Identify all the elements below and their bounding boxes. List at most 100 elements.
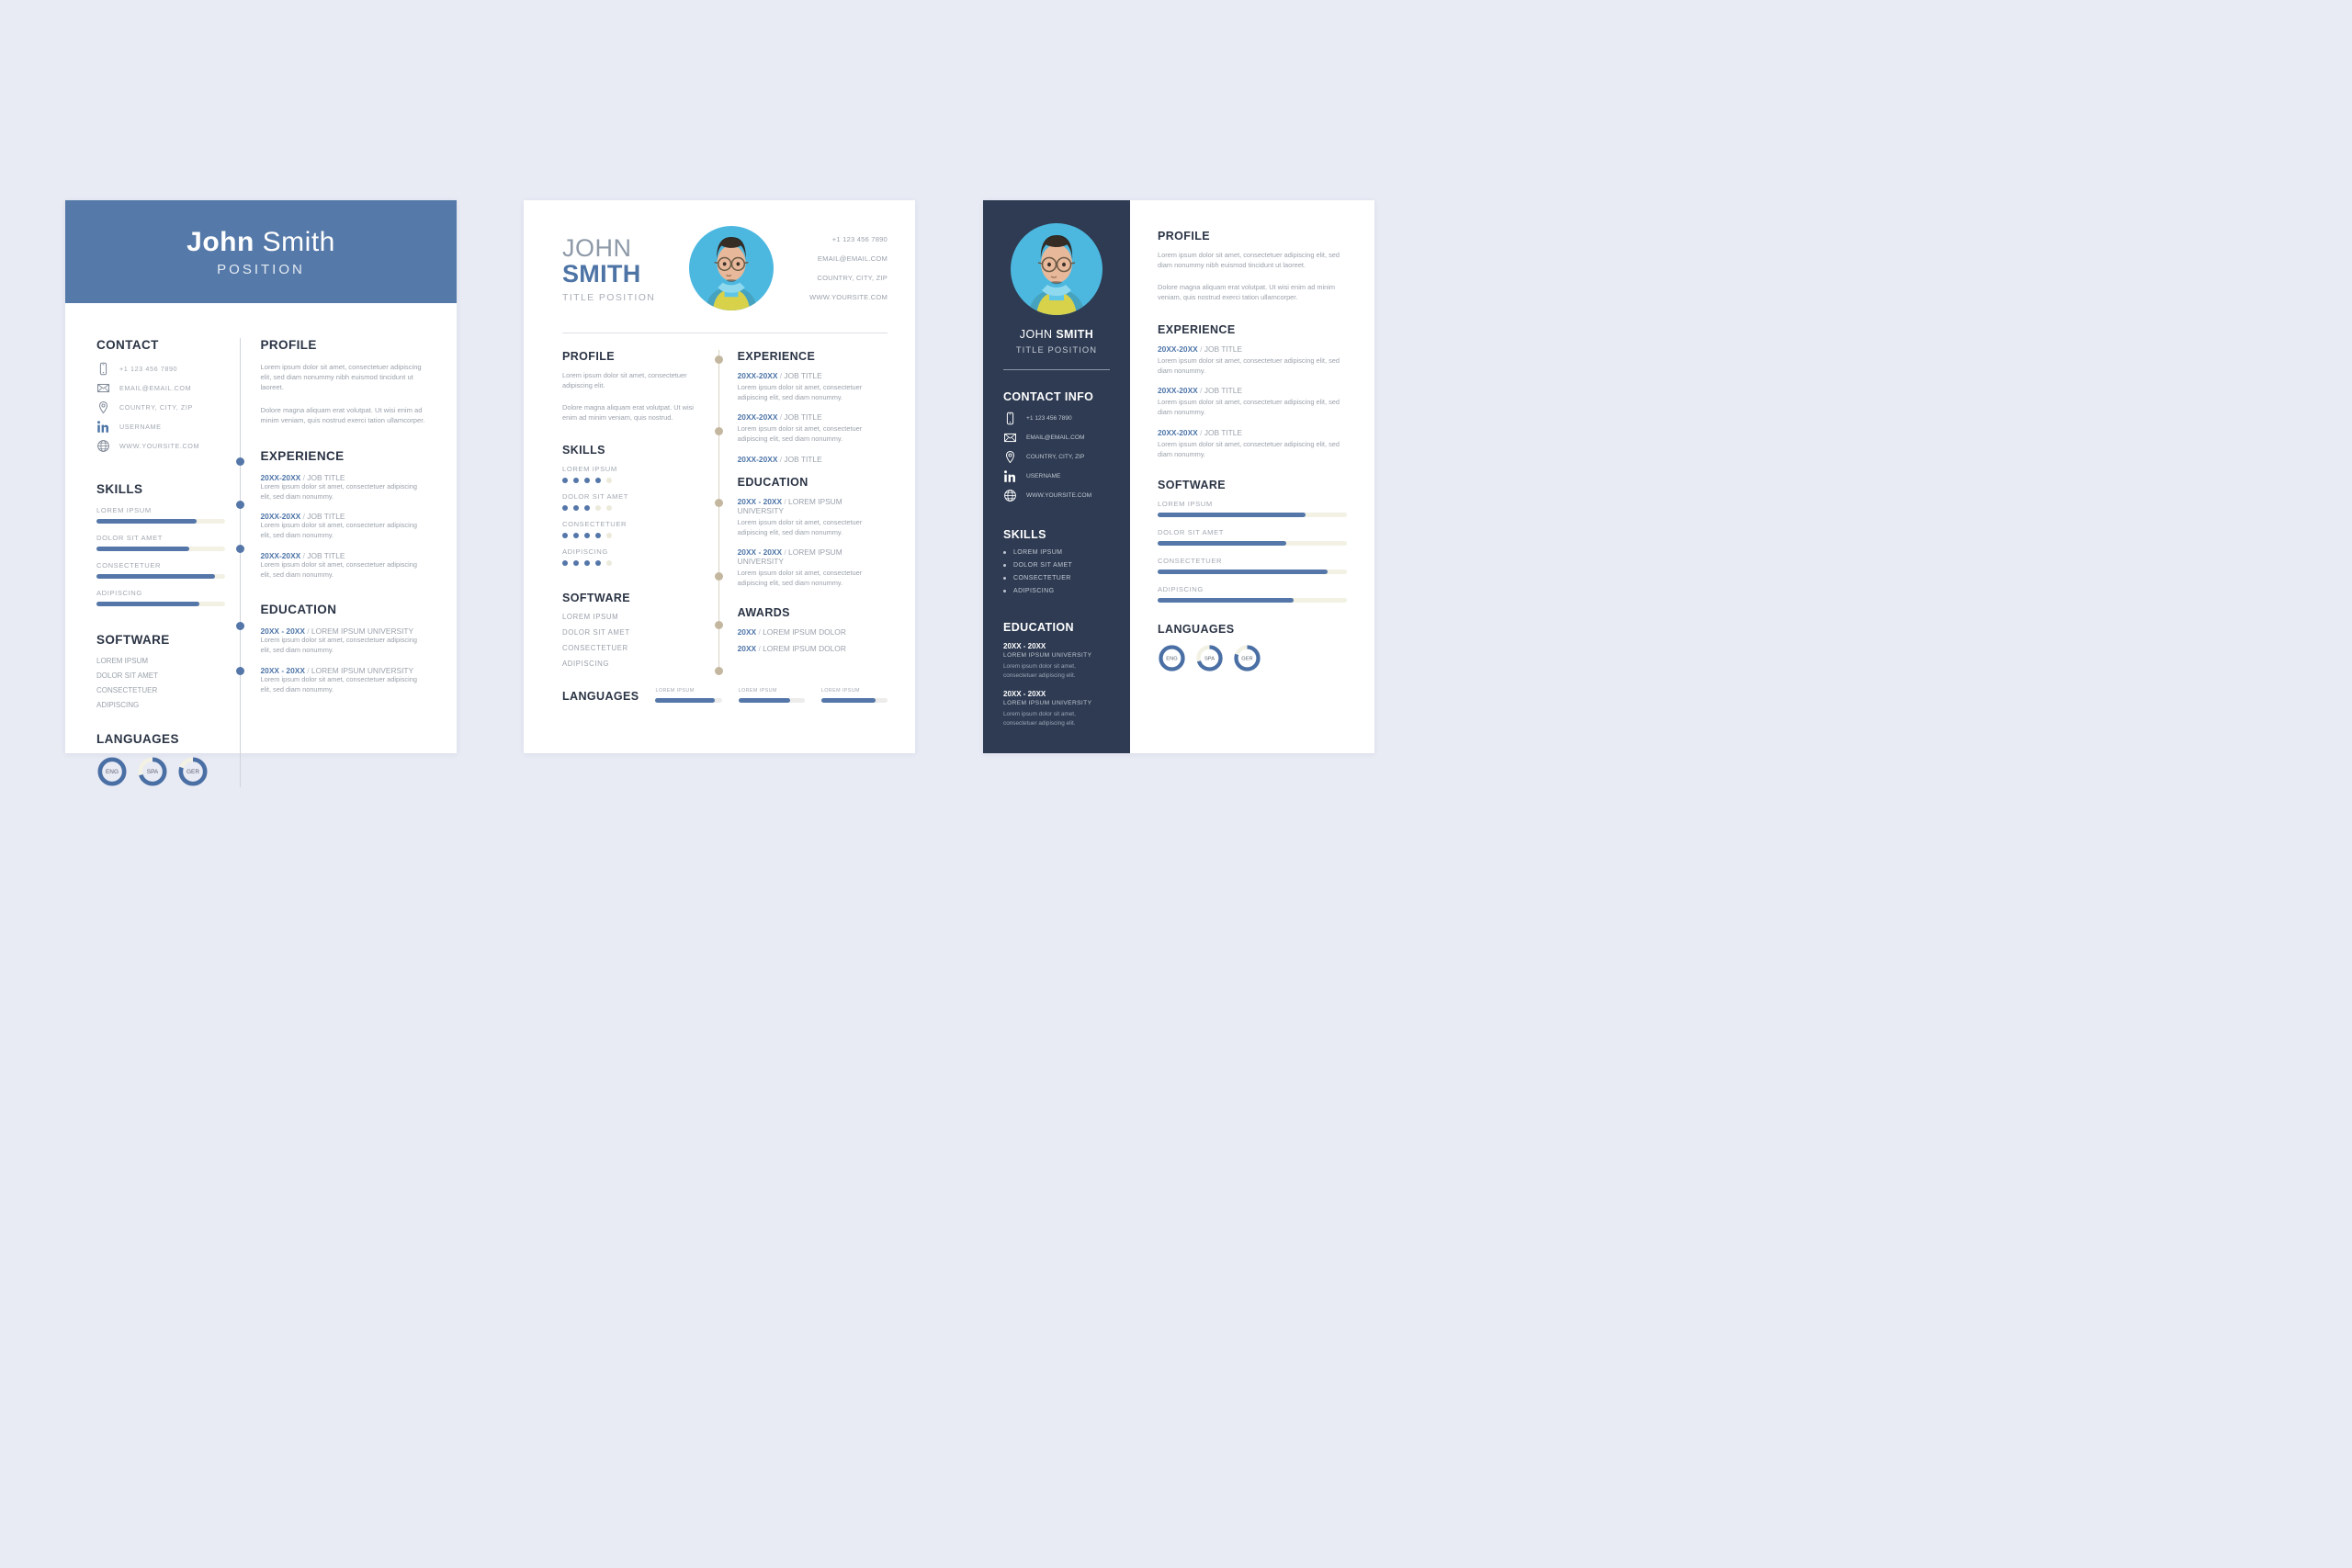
resume2-software-item: DOLOR SIT AMET [562,627,630,637]
resume3-experience-heading: EXPERIENCE [1158,322,1236,336]
resume1-contact-location[interactable]: COUNTRY, CITY, ZIP [96,400,225,414]
resume1-contact-phone[interactable]: +1 123 456 7890 [96,362,225,376]
resume1-experience-item: 20XX-20XX / JOB TITLE Lorem ipsum dolor … [261,512,430,540]
resume1-edu-univ: LOREM IPSUM UNIVERSITY [311,626,414,637]
resume3-exp-dates: 20XX-20XX [1158,344,1198,354]
resume1-username-text: USERNAME [119,423,162,431]
resume1-education-item: 20XX - 20XX / LOREM IPSUM UNIVERSITY Lor… [261,666,430,694]
resume2-avatar [689,226,774,310]
resume2-email[interactable]: EMAIL@EMAIL.COM [809,254,888,263]
resume3-dark-sidebar: JOHN SMITH TITLE POSITION CONTACT INFO +… [983,200,1130,753]
resume1-edu-desc: Lorem ipsum dolor sit amet, consectetuer… [260,674,417,694]
resume2-skill-dots [562,559,700,566]
resume3-main-column: PROFILE Lorem ipsum dolor sit amet, cons… [1130,200,1374,753]
resume2-edu-dates: 20XX - 20XX [737,547,783,558]
resume1-experience-item: 20XX-20XX / JOB TITLE Lorem ipsum dolor … [261,473,430,502]
resume1-phone-text: +1 123 456 7890 [119,365,178,373]
resume3-skill-item: CONSECTETUER [1003,575,1110,581]
resume1-language-rings: ENG SPA GER [96,756,225,787]
resume3-exp-dates: 20XX-20XX [1158,427,1198,437]
resume2-software-item: CONSECTETUER [562,643,628,652]
resume2-experience-item: 20XX-20XX / JOB TITLE Lorem ipsum dolor … [738,412,888,444]
resume1-exp-sep: / [302,473,305,482]
resume2-skill-row: ADIPISCING [562,547,700,566]
resume2-exp-dates: 20XX-20XX [737,371,778,380]
resume1-edu-univ: LOREM IPSUM UNIVERSITY [311,665,414,675]
resume3-edu-desc: Lorem ipsum dolor sit amet, consectetuer… [1003,663,1076,679]
resume3-contact-heading: CONTACT INFO [1003,390,1094,403]
resume1-skill-row: ADIPISCING [96,589,225,606]
resume2-title-position: TITLE POSITION [562,291,656,303]
resume3-exp-title: JOB TITLE [1204,386,1243,396]
location-pin-icon [1005,450,1015,464]
resume2-left-column: PROFILE Lorem ipsum dolor sit amet, cons… [562,350,700,675]
resume1-contact-linkedin[interactable]: USERNAME [96,420,225,434]
resume1-contact-website[interactable]: WWW.YOURSITE.COM [96,439,225,453]
resume2-software-heading: SOFTWARE [562,591,631,604]
resume2-header: JOHN SMITH TITLE POSITION +1 123 456 789… [562,226,888,312]
resume2-edu-dates: 20XX - 20XX [737,496,783,506]
resume3-experience-item: 20XX-20XX / JOB TITLE Lorem ipsum dolor … [1158,386,1347,417]
resume3-skill-item: ADIPISCING [1003,588,1110,594]
resume2-award-item: 20XX / LOREM IPSUM DOLOR [738,644,888,653]
resume3-profile-p2: Dolore magna aliquam erat volutpat. Ut w… [1158,283,1336,302]
resume1-skill-row: CONSECTETUER [96,561,225,579]
resume3-exp-title: JOB TITLE [1204,427,1243,437]
resume2-exp-title: JOB TITLE [784,454,822,464]
resume3-education-heading: EDUCATION [1003,621,1074,634]
resume2-website[interactable]: WWW.YOURSITE.COM [809,293,888,301]
resume1-profile-p1: Lorem ipsum dolor sit amet, consectetuer… [260,363,422,391]
resume1-exp-title: JOB TITLE [307,550,345,560]
resume1-exp-dates: 20XX-20XX [260,512,301,522]
language-code-eng: ENG [106,769,119,775]
resume2-profile-p2: Dolore magna aliquam erat volutpat. Ut w… [562,403,694,423]
resume1-header-banner: John Smith POSITION [65,200,457,303]
resume2-skill-dots [562,477,700,483]
resume3-education-item: 20XX - 20XX LOREM IPSUM UNIVERSITY Lorem… [1003,642,1110,680]
resume2-language-meter [738,697,805,703]
resume1-software-item: ADIPISCING [96,701,140,709]
resume2-award-year: 20XX [737,626,757,637]
resume3-software-label: DOLOR SIT AMET [1158,528,1224,537]
resume3-contact-phone[interactable]: +1 123 456 7890 [1003,412,1110,425]
resume2-skill-dots [562,532,700,538]
linkedin-icon [1004,470,1016,482]
resume1-skill-meter [96,574,225,579]
resume2-contact-block: +1 123 456 7890 EMAIL@EMAIL.COM COUNTRY,… [809,226,888,312]
resume2-timeline-dot [715,355,723,364]
resume2-language-item: LOREM IPSUM [820,688,888,703]
resume2-award-year: 20XX [737,643,757,653]
resume1-skill-label: CONSECTETUER [96,561,162,570]
resume3-software-row: CONSECTETUER [1158,557,1347,575]
resume1-languages-heading: LANGUAGES [96,732,179,746]
resume3-contact-location[interactable]: COUNTRY, CITY, ZIP [1003,450,1110,464]
resume2-language-meter [820,697,888,703]
resume3-language-rings: ENG SPA GER [1158,644,1347,672]
resume3-exp-sep: / [1200,344,1203,354]
resume1-education-item: 20XX - 20XX / LOREM IPSUM UNIVERSITY Lor… [261,626,430,655]
resume3-contact-linkedin[interactable]: USERNAME [1003,469,1110,483]
resume2-phone[interactable]: +1 123 456 7890 [809,235,888,243]
resume3-contact-website[interactable]: WWW.YOURSITE.COM [1003,489,1110,502]
resume1-left-column: CONTACT +1 123 456 7890 EMAIL@EMAIL.COM … [96,338,225,787]
resume3-phone-text: +1 123 456 7890 [1026,415,1072,422]
resume1-right-column: PROFILE Lorem ipsum dolor sit amet, cons… [235,338,430,787]
globe-icon [97,440,109,452]
resume3-contact-email[interactable]: EMAIL@EMAIL.COM [1003,431,1110,445]
resume3-exp-desc: Lorem ipsum dolor sit amet, consectetuer… [1158,439,1340,458]
resume2-location[interactable]: COUNTRY, CITY, ZIP [809,274,888,282]
resume2-columns: PROFILE Lorem ipsum dolor sit amet, cons… [562,350,888,675]
resume2-timeline-line [715,350,723,675]
resume3-email-text: EMAIL@EMAIL.COM [1026,434,1085,441]
resume3-edu-dates: 20XX - 20XX [1003,690,1046,699]
resume2-language-label: LOREM IPSUM [738,687,777,694]
resume3-skill-item: DOLOR SIT AMET [1003,562,1110,569]
resume1-skill-label: ADIPISCING [96,589,142,597]
language-code-spa: SPA [1204,657,1215,662]
avatar [1011,223,1102,315]
resume3-first-name: JOHN [1019,328,1053,341]
resume1-skill-row: LOREM IPSUM [96,506,225,524]
resume1-software-item: CONSECTETUER [96,686,158,694]
resume1-contact-email[interactable]: EMAIL@EMAIL.COM [96,381,225,395]
resume2-experience-item: 20XX-20XX / JOB TITLE [738,455,888,464]
